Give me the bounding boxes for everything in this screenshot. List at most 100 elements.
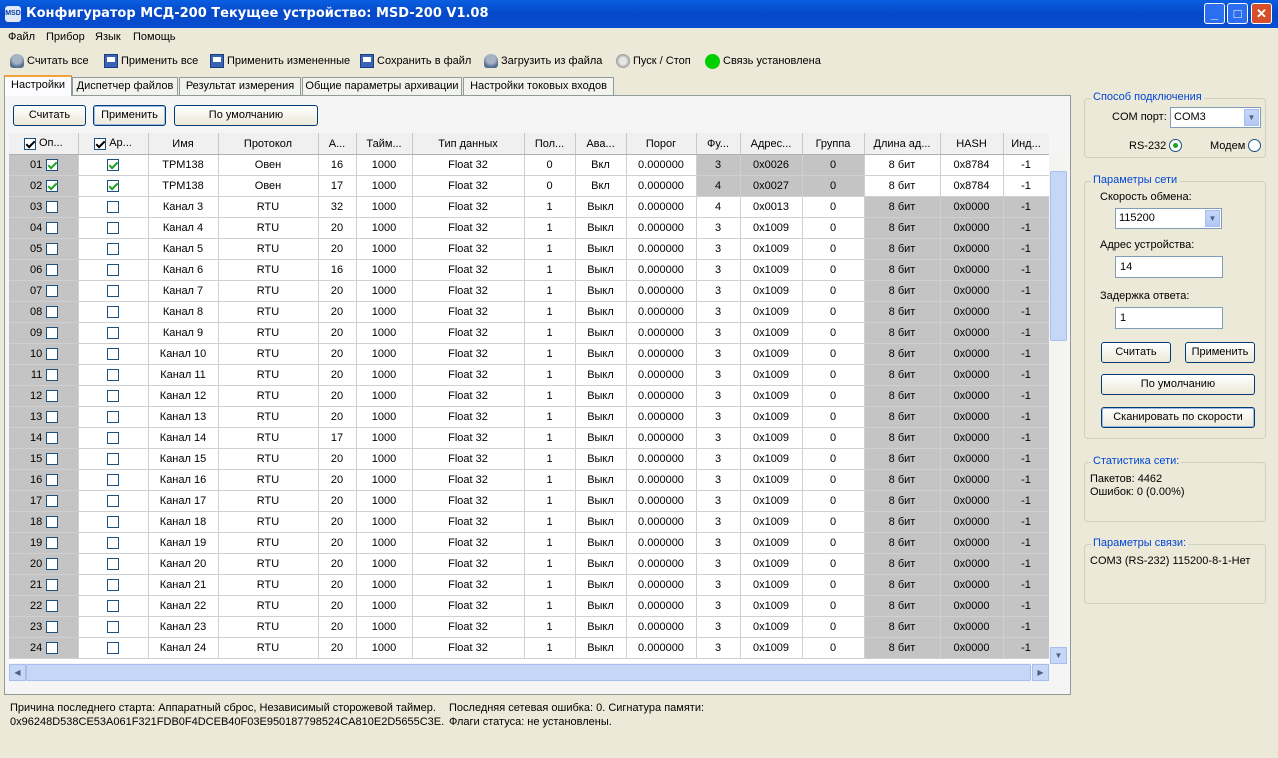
cell-ar[interactable]	[78, 301, 149, 323]
cell-protocol[interactable]: RTU	[218, 280, 319, 302]
cell-threshold[interactable]: 0.000000	[626, 196, 697, 218]
op-checkbox[interactable]	[46, 327, 59, 340]
table-row[interactable]: 17 Канал 17 RTU 20 1000 Float 32 1 Выкл 0.000000…	[9, 490, 1049, 512]
cell-address[interactable]: 0x1009	[740, 553, 803, 575]
cell-length[interactable]: 8 бит	[864, 595, 941, 617]
cell-ind[interactable]: -1	[1003, 364, 1049, 386]
cell-threshold[interactable]: 0.000000	[626, 364, 697, 386]
col-header-length[interactable]: Длина ад...	[864, 133, 941, 155]
cell-a[interactable]: 20	[318, 406, 357, 428]
cell-threshold[interactable]: 0.000000	[626, 385, 697, 407]
save-file-button[interactable]: Сохранить в файл	[360, 53, 471, 69]
menu-device[interactable]: Прибор	[46, 31, 85, 43]
cell-address[interactable]: 0x1009	[740, 469, 803, 491]
cell-ava[interactable]: Выкл	[575, 322, 627, 344]
cell-datatype[interactable]: Float 32	[412, 238, 525, 260]
cell-ind[interactable]: -1	[1003, 238, 1049, 260]
cell-op[interactable]: 10	[9, 343, 79, 365]
cell-fu[interactable]: 3	[696, 448, 741, 470]
cell-hash[interactable]: 0x0000	[940, 553, 1004, 575]
cell-ind[interactable]: -1	[1003, 574, 1049, 596]
cell-fu[interactable]: 3	[696, 154, 741, 176]
cell-address[interactable]: 0x1009	[740, 385, 803, 407]
cell-fu[interactable]: 4	[696, 175, 741, 197]
cell-hash[interactable]: 0x0000	[940, 322, 1004, 344]
ar-checkbox[interactable]	[107, 201, 119, 214]
scroll-down-icon[interactable]: ▼	[1050, 647, 1067, 664]
col-header-threshold[interactable]: Порог	[626, 133, 697, 155]
cell-timeout[interactable]: 1000	[356, 595, 413, 617]
cell-timeout[interactable]: 1000	[356, 217, 413, 239]
cell-a[interactable]: 20	[318, 364, 357, 386]
cell-ind[interactable]: -1	[1003, 490, 1049, 512]
cell-name[interactable]: Канал 23	[148, 616, 219, 638]
cell-datatype[interactable]: Float 32	[412, 385, 525, 407]
cell-group[interactable]: 0	[802, 490, 865, 512]
cell-address[interactable]: 0x1009	[740, 532, 803, 554]
table-row[interactable]: 14 Канал 14 RTU 17 1000 Float 32 1 Выкл 0.000000…	[9, 427, 1049, 449]
cell-timeout[interactable]: 1000	[356, 175, 413, 197]
cell-protocol[interactable]: RTU	[218, 574, 319, 596]
cell-op[interactable]: 19	[9, 532, 79, 554]
cell-pol[interactable]: 1	[524, 406, 576, 428]
cell-datatype[interactable]: Float 32	[412, 217, 525, 239]
cell-a[interactable]: 20	[318, 238, 357, 260]
cell-protocol[interactable]: RTU	[218, 217, 319, 239]
cell-hash[interactable]: 0x0000	[940, 217, 1004, 239]
cell-timeout[interactable]: 1000	[356, 574, 413, 596]
col-header-ind[interactable]: Инд...	[1003, 133, 1049, 155]
cell-datatype[interactable]: Float 32	[412, 196, 525, 218]
cell-datatype[interactable]: Float 32	[412, 574, 525, 596]
ar-checkbox[interactable]	[107, 180, 119, 193]
op-checkbox[interactable]	[46, 432, 59, 445]
cell-group[interactable]: 0	[802, 280, 865, 302]
cell-length[interactable]: 8 бит	[864, 469, 941, 491]
col-header-a[interactable]: А...	[318, 133, 357, 155]
cell-timeout[interactable]: 1000	[356, 511, 413, 533]
cell-timeout[interactable]: 1000	[356, 322, 413, 344]
ar-checkbox[interactable]	[107, 558, 119, 571]
cell-fu[interactable]: 3	[696, 217, 741, 239]
cell-fu[interactable]: 3	[696, 301, 741, 323]
cell-group[interactable]: 0	[802, 532, 865, 554]
cell-op[interactable]: 03	[9, 196, 79, 218]
cell-length[interactable]: 8 бит	[864, 406, 941, 428]
cell-threshold[interactable]: 0.000000	[626, 301, 697, 323]
cell-protocol[interactable]: RTU	[218, 595, 319, 617]
cell-ar[interactable]	[78, 343, 149, 365]
cell-a[interactable]: 20	[318, 343, 357, 365]
cell-a[interactable]: 20	[318, 532, 357, 554]
select-all-op-checkbox[interactable]	[23, 137, 36, 150]
cell-op[interactable]: 11	[9, 364, 79, 386]
cell-name[interactable]: Канал 10	[148, 343, 219, 365]
cell-hash[interactable]: 0x0000	[940, 574, 1004, 596]
cell-timeout[interactable]: 1000	[356, 616, 413, 638]
cell-op[interactable]: 21	[9, 574, 79, 596]
cell-a[interactable]: 17	[318, 175, 357, 197]
cell-ar[interactable]	[78, 280, 149, 302]
op-checkbox[interactable]	[46, 516, 59, 529]
table-row[interactable]: 09 Канал 9 RTU 20 1000 Float 32 1 Выкл 0.000000 3…	[9, 322, 1049, 344]
cell-op[interactable]: 22	[9, 595, 79, 617]
cell-group[interactable]: 0	[802, 427, 865, 449]
cell-fu[interactable]: 3	[696, 469, 741, 491]
cell-hash[interactable]: 0x8784	[940, 175, 1004, 197]
cell-fu[interactable]: 3	[696, 532, 741, 554]
cell-a[interactable]: 20	[318, 595, 357, 617]
cell-length[interactable]: 8 бит	[864, 616, 941, 638]
cell-op[interactable]: 05	[9, 238, 79, 260]
cell-name[interactable]: Канал 4	[148, 217, 219, 239]
cell-group[interactable]: 0	[802, 637, 865, 659]
cell-hash[interactable]: 0x0000	[940, 301, 1004, 323]
ar-checkbox[interactable]	[107, 243, 119, 256]
cell-ind[interactable]: -1	[1003, 217, 1049, 239]
cell-datatype[interactable]: Float 32	[412, 469, 525, 491]
col-header-hash[interactable]: HASH	[940, 133, 1004, 155]
cell-ava[interactable]: Выкл	[575, 427, 627, 449]
vertical-scrollbar[interactable]: ▼	[1050, 154, 1067, 664]
cell-timeout[interactable]: 1000	[356, 196, 413, 218]
cell-ar[interactable]	[78, 196, 149, 218]
cell-pol[interactable]: 1	[524, 385, 576, 407]
cell-ava[interactable]: Выкл	[575, 385, 627, 407]
cell-length[interactable]: 8 бит	[864, 238, 941, 260]
